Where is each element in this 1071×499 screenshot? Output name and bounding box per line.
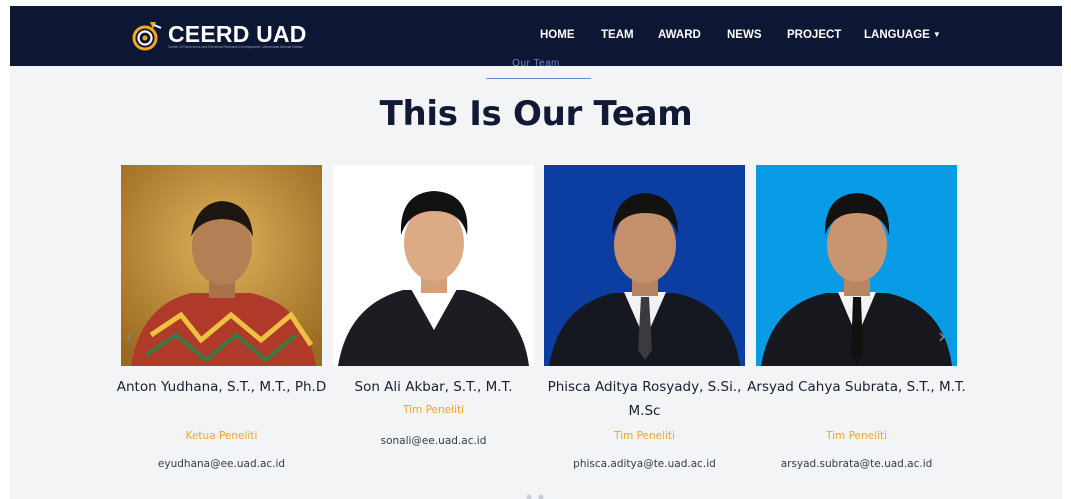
section-divider <box>486 78 591 79</box>
nav-project[interactable]: PROJECT <box>787 29 841 41</box>
section-label: Our Team <box>512 58 560 69</box>
member-role: Tim Peneliti <box>826 430 887 442</box>
logo[interactable]: CEERD UAD Center of Electronics and Elec… <box>130 18 307 54</box>
member-photo <box>121 165 322 366</box>
member-role: Tim Peneliti <box>403 404 464 416</box>
member-role: Ketua Peneliti <box>185 430 258 442</box>
chevron-left-icon[interactable]: ‹ <box>126 324 133 350</box>
member-email[interactable]: phisca.aditya@te.uad.ac.id <box>530 458 759 470</box>
nav-language[interactable]: LANGUAGE ▼ <box>864 29 941 41</box>
member-photo <box>333 165 534 366</box>
caret-down-icon: ▼ <box>932 30 941 39</box>
team-card: › Arsyad Cahya Subrata, S.T., M.T. Tim P… <box>747 165 966 470</box>
member-email[interactable]: arsyad.subrata@te.uad.ac.id <box>742 458 971 470</box>
section-heading: This Is Our Team <box>379 94 693 134</box>
member-name: Anton Yudhana, S.T., M.T., Ph.D <box>116 379 327 395</box>
brand-subtitle: Center of Electronics and Electrical Res… <box>168 45 304 49</box>
carousel-dots[interactable] <box>515 494 555 499</box>
brand-title: CEERD UAD <box>168 21 307 47</box>
team-card: Son Ali Akbar, S.T., M.T. Tim Peneliti s… <box>333 165 534 447</box>
member-email[interactable]: sonali@ee.uad.ac.id <box>319 435 548 447</box>
team-card: Phisca Aditya Rosyady, S.Si., M.Sc Tim P… <box>544 165 745 470</box>
member-name: Son Ali Akbar, S.T., M.T. <box>354 379 513 395</box>
nav-news[interactable]: NEWS <box>727 29 762 41</box>
chevron-right-icon: › <box>938 324 946 348</box>
nav-team[interactable]: TEAM <box>601 29 634 41</box>
member-photo <box>544 165 745 366</box>
team-card: Anton Yudhana, S.T., M.T., Ph.D Ketua Pe… <box>117 165 326 470</box>
nav-award[interactable]: AWARD <box>658 29 701 41</box>
member-role: Tim Peneliti <box>614 430 675 442</box>
member-photo: › <box>756 165 957 366</box>
nav-home[interactable]: HOME <box>540 29 575 41</box>
member-name: Phisca Aditya Rosyady, S.Si., M.Sc <box>547 379 742 419</box>
logo-icon <box>132 22 162 51</box>
nav-language-label: LANGUAGE <box>864 29 930 41</box>
member-email[interactable]: eyudhana@ee.uad.ac.id <box>107 458 336 470</box>
navbar: CEERD UAD Center of Electronics and Elec… <box>10 6 1062 66</box>
member-name: Arsyad Cahya Subrata, S.T., M.T. <box>747 379 966 395</box>
page: CEERD UAD Center of Electronics and Elec… <box>10 6 1062 499</box>
